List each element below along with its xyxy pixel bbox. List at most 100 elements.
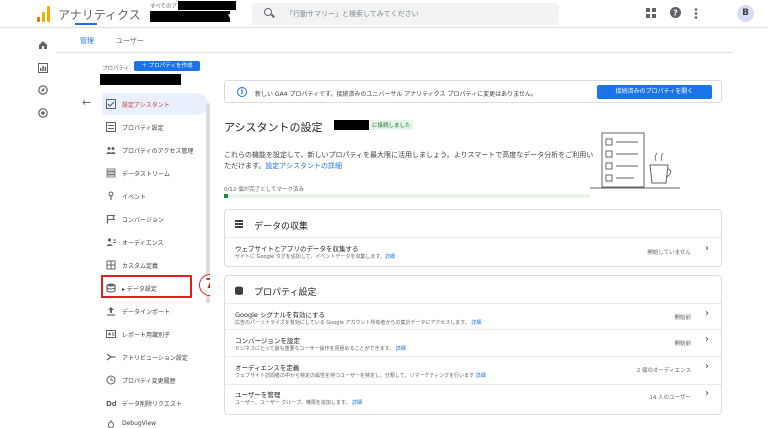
chevron-right-icon[interactable]: › [705,388,709,399]
progress-fill [224,194,228,198]
learn-more-link[interactable]: 詳細 [471,320,481,326]
learn-more-link[interactable]: 詳細 [352,400,362,406]
page-title: アシスタントの設定 [224,121,323,134]
open-connected-property-button[interactable]: 接続済みのプロパティを開く [597,85,712,99]
create-property-button[interactable]: ＋ プロパティを作成 [134,61,200,71]
divider [225,329,721,330]
attribution-icon [106,353,116,361]
property-selector[interactable] [100,74,181,85]
caret-down-icon[interactable]: ▼ [228,13,233,20]
search-icon [264,8,272,16]
learn-more-link[interactable]: 詳細 [476,373,486,379]
progress-track [224,194,590,198]
debug-icon [108,420,114,428]
row-desc: 広告のパーソナライズを有効にしている Google アカウント所有者からの集計デ… [235,320,482,326]
help-icon[interactable]: ? [670,7,681,21]
nav-property-settings[interactable]: プロパティ設定 [102,116,208,138]
more-vert-icon[interactable] [694,8,698,22]
nav-change-history[interactable]: プロパティ変更履歴 [102,369,208,391]
card-title: データの収集 [254,222,309,232]
database-icon [235,286,243,295]
setup-assistant-learn-more-link[interactable]: 設定アシスタントの詳細 [265,162,342,170]
nav-property-access[interactable]: プロパティのアクセス管理 [102,139,208,161]
row-status: 開始していません [647,250,691,256]
nav-label: DebugView [122,420,156,427]
people-icon [106,147,116,154]
nav-conversions[interactable]: コンバージョン [102,208,208,230]
reports-icon[interactable] [38,63,48,73]
nav-attribution-settings[interactable]: アトリビューション設定 [102,346,208,368]
row-status: 2 個のオーディエンス [636,368,691,374]
connected-badge: に接続しました [370,120,413,130]
tab-user[interactable]: ユーザー [116,36,144,46]
nav-label: アトリビューション設定 [122,355,188,362]
nav-label: カスタム定義 [122,263,159,270]
nav-reporting-identity[interactable]: レポート用識別子 [102,323,208,345]
back-arrow-icon[interactable]: ← [82,96,91,109]
nav-data-deletion[interactable]: Dd データ削除リクエスト [102,392,208,414]
chevron-right-icon[interactable]: › [705,308,709,319]
row-status: 14 人のユーザー [649,395,691,401]
nav-label: 設定アシスタント [122,102,170,109]
row-title: ウェブサイトとアプリのデータを収集する [235,245,359,253]
tab-active-indicator [75,23,97,25]
nav-custom-definitions[interactable]: カスタム定義 [102,254,208,276]
search-input[interactable]: 「行動サマリー」と検索してみてください [286,9,419,19]
admin-column: プロパティ ＋ プロパティを作成 ← 設定アシスタント プロパティ設定 プロパテ… [56,53,210,428]
nav-setup-assistant[interactable]: 設定アシスタント [102,93,208,115]
row-desc: サイトに Google タグを追加して、イベントデータを収集します。詳細 [235,254,395,260]
highlight-box [101,275,192,298]
redacted-account [178,1,236,10]
chevron-right-icon[interactable]: › [705,334,709,345]
account-selector[interactable] [150,11,230,22]
property-label: プロパティ [102,66,130,72]
row-status: 開始前 [674,315,691,321]
history-icon [106,375,116,385]
learn-more-link[interactable]: 詳細 [396,346,406,352]
home-icon[interactable] [38,40,48,50]
chevron-right-icon[interactable]: › [705,243,709,254]
identity-icon [106,330,116,338]
redacted-property-name [334,120,369,130]
row-desc: ウェブサイト訪問者の中から特定の属性を持つユーザーを特定し、分類して、リマーケテ… [235,373,486,379]
row-status: 開始前 [674,341,691,347]
checkbox-icon [106,99,116,109]
settings-doc-icon [106,122,116,132]
nav-audiences[interactable]: オーディエンス [102,231,208,253]
checklist-illustration-icon [590,132,680,189]
row-desc: ユーザー、ユーザー グループ、権限を追加します。 詳細 [235,400,363,406]
tab-admin[interactable]: 管理 [80,36,94,46]
property-settings-card: プロパティ設定 Google シグナルを有効にする 広告のパーソナライズを有効に… [224,275,722,415]
learn-more-link[interactable]: 詳細 [385,254,395,260]
top-bar: アナリティクス すべてのアカウント ▼ 「行動サマリー」と検索してみてください … [0,0,768,28]
nav-label: データストリーム [122,171,170,178]
nav-data-streams[interactable]: データストリーム [102,162,208,184]
advertising-icon[interactable] [38,108,48,118]
analytics-logo-icon[interactable] [37,6,51,22]
chevron-right-icon[interactable]: › [705,361,709,372]
divider [225,356,721,357]
avatar[interactable]: B [737,5,754,22]
divider [225,237,721,238]
progress-label: 0/12 個が完了としてマーク済み [224,187,304,193]
nav-events[interactable]: イベント [102,185,208,207]
row-title: コンバージョンを設定 [235,337,300,345]
svg-text:?: ? [673,9,678,18]
row-title: ユーザーを管理 [235,391,281,399]
admin-tabs: 管理 ユーザー [56,28,732,53]
streams-icon [106,168,116,178]
nav-label: オーディエンス [122,240,164,247]
audience-icon [106,238,116,246]
nav-label: データインポート [122,309,171,316]
nav-label: データ削除リクエスト [122,401,183,408]
right-margin [732,53,768,428]
explore-icon[interactable] [38,85,48,95]
card-title: プロパティ設定 [254,288,317,298]
apps-grid-icon[interactable] [646,8,656,21]
divider [225,384,721,385]
nav-data-import[interactable]: データインポート [102,300,208,322]
flag-icon [106,215,116,224]
nav-label: コンバージョン [122,217,164,224]
main-content: i 新しい GA4 プロパティです。接続済みのユニバーサル アナリティクス プロ… [210,53,732,428]
nav-debugview[interactable]: DebugView [102,413,208,428]
